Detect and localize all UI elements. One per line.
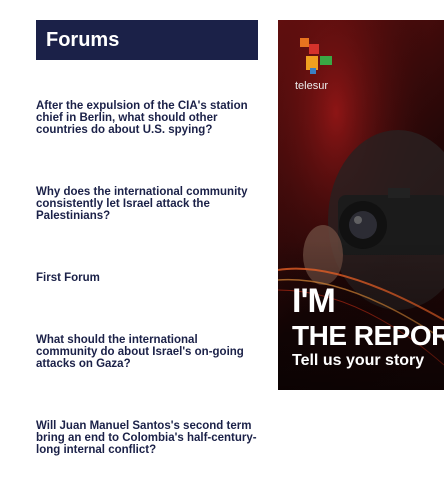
forum-link-cia-berlin[interactable]: After the expulsion of the CIA's station…: [36, 100, 258, 136]
forums-title: Forums: [36, 20, 258, 60]
telesur-brand: telesur: [295, 80, 329, 92]
banner-headline-line2: THE REPORTER: [292, 320, 444, 351]
forum-link-israel-palestinians[interactable]: Why does the international community con…: [36, 186, 258, 222]
banner-headline-line1: I'M: [292, 282, 336, 320]
forum-link-gaza[interactable]: What should the international community …: [36, 334, 258, 370]
telesur-reporter-banner[interactable]: telesur I'M THE REPORTER Tell us your st…: [278, 20, 444, 390]
forums-widget: Forums After the expulsion of the CIA's …: [36, 20, 258, 456]
page: Forums After the expulsion of the CIA's …: [0, 0, 444, 497]
forum-link-first-forum[interactable]: First Forum: [36, 272, 258, 284]
banner-tagline: Tell us your story: [292, 352, 425, 369]
forum-link-colombia-santos[interactable]: Will Juan Manuel Santos's second term br…: [36, 420, 258, 456]
